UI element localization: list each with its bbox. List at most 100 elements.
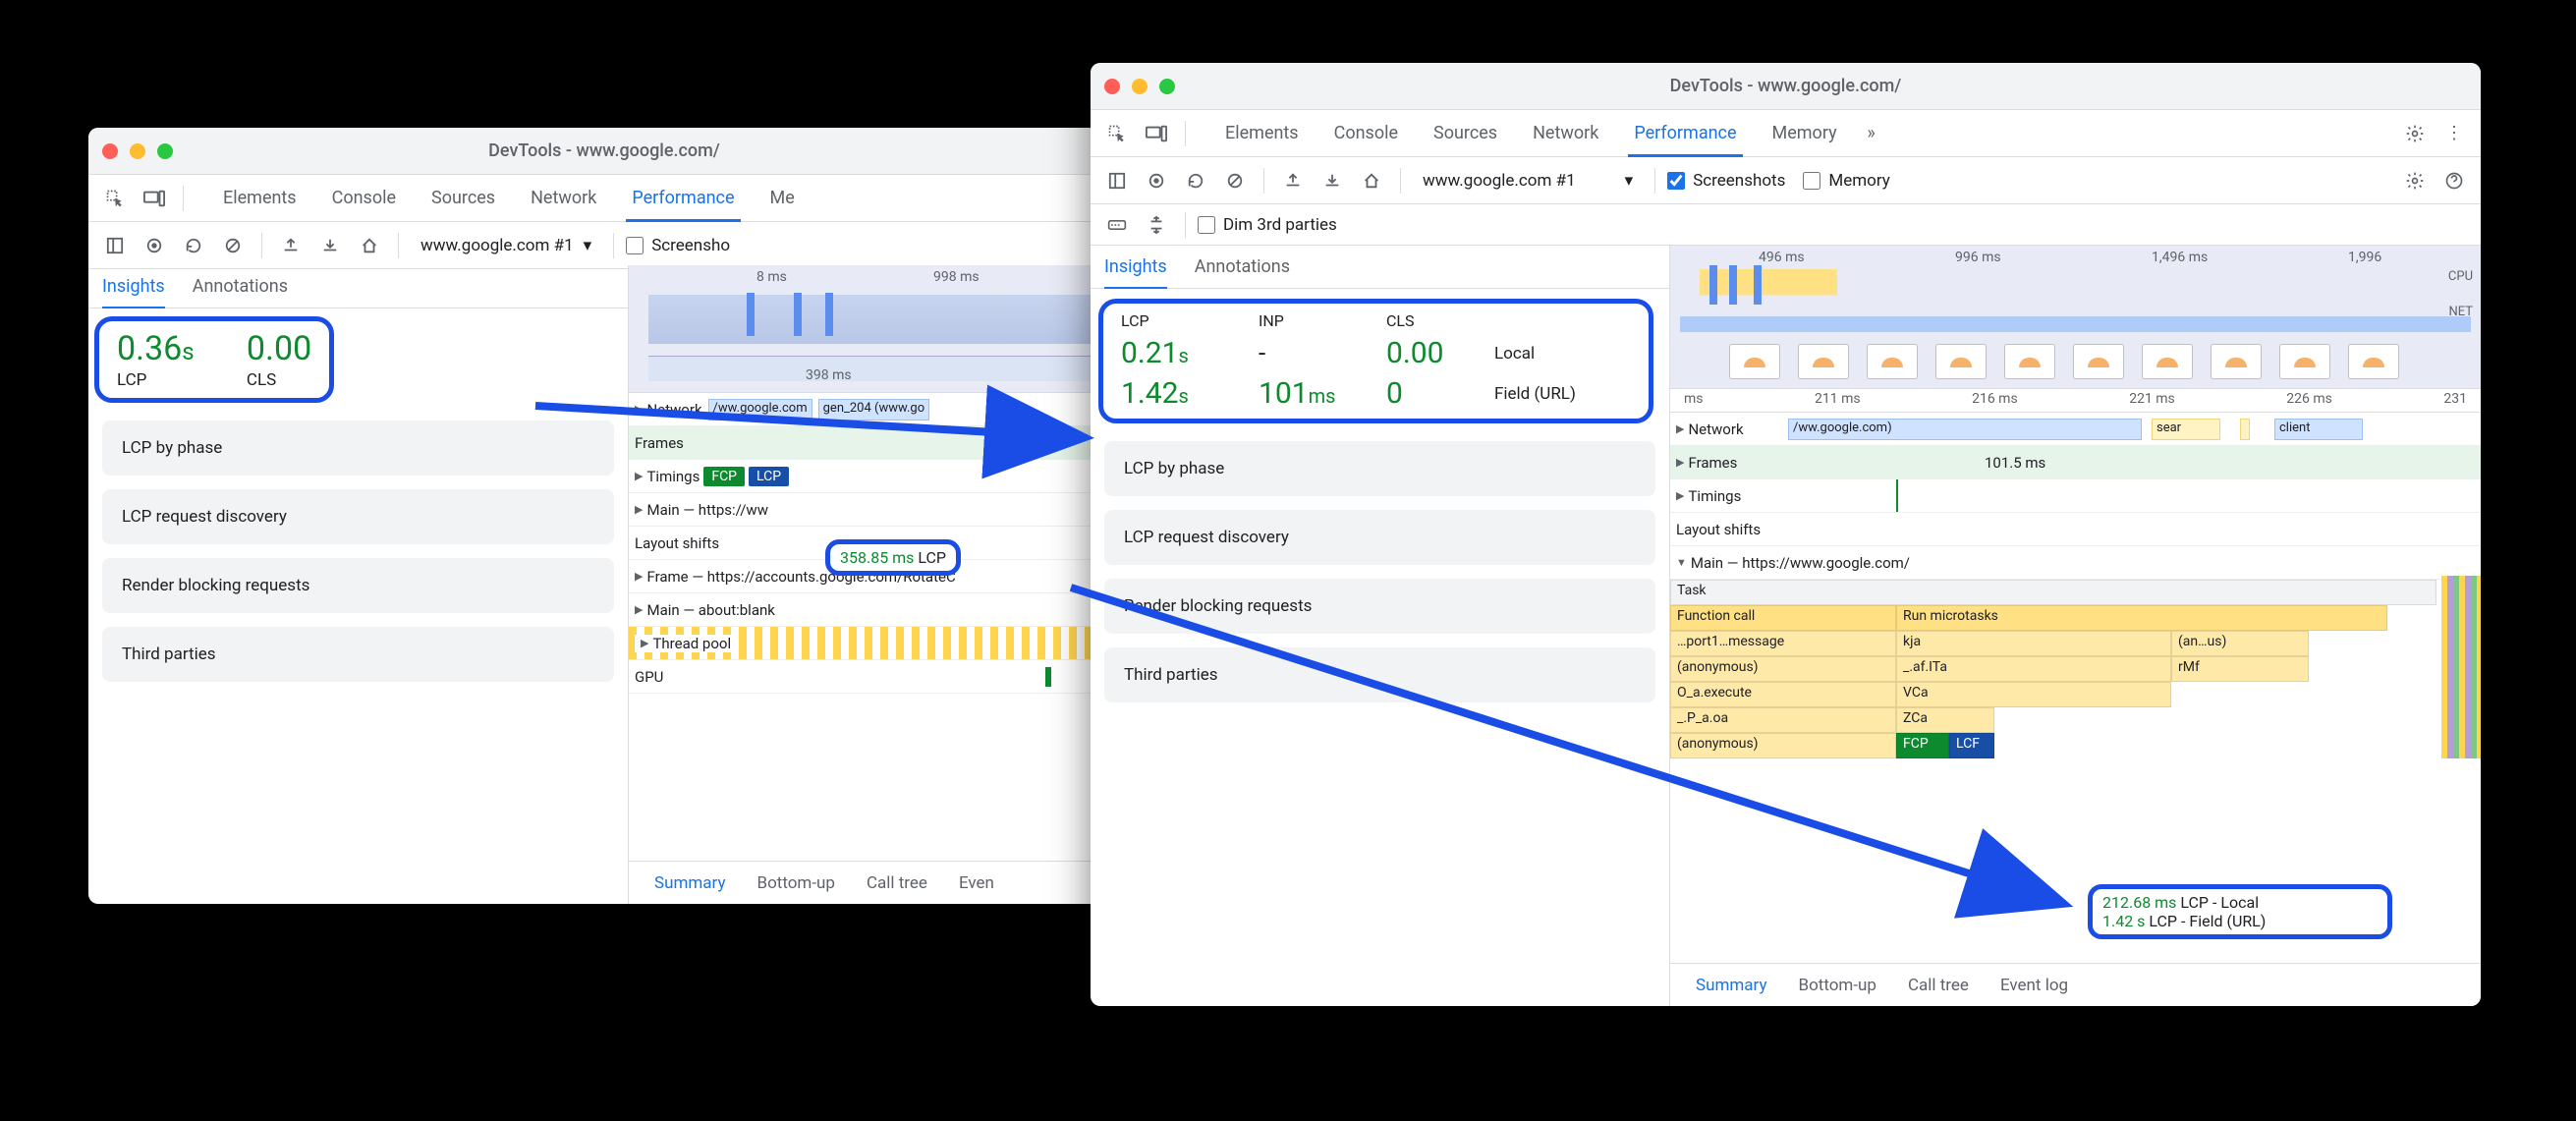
insight-lcp-by-phase[interactable]: LCP by phase: [102, 420, 614, 476]
toggle-sidebar-icon[interactable]: [98, 229, 132, 262]
device-toggle-icon[interactable]: [1140, 117, 1173, 150]
tab-call-tree[interactable]: Call tree: [851, 873, 943, 893]
tab-memory-truncated[interactable]: Me: [753, 175, 812, 221]
flame-chart[interactable]: TaskFunction callRun microtasks…port1…me…: [1670, 580, 2481, 758]
flame-cell[interactable]: VCa: [1896, 682, 2171, 707]
screenshot-thumb[interactable]: [1935, 344, 1987, 379]
track-frames[interactable]: Frames 199.2 ms: [629, 426, 1120, 460]
time-ruler[interactable]: ms 211 ms 216 ms 221 ms 226 ms 231: [1670, 388, 2481, 412]
flame-row[interactable]: O_a.executeVCa: [1670, 682, 2481, 707]
track-timings[interactable]: ▶Timings FCP LCP: [629, 460, 1120, 493]
track-frames[interactable]: ▶Frames 101.5 ms: [1670, 446, 2481, 479]
insight-lcp-discovery[interactable]: LCP request discovery: [102, 489, 614, 544]
tab-summary[interactable]: Summary: [1680, 976, 1782, 995]
net-request[interactable]: gen_204 (www.go: [818, 399, 930, 420]
screenshot-thumb[interactable]: [2348, 344, 2399, 379]
flame-cell[interactable]: FCP: [1896, 733, 1949, 758]
kebab-menu-icon[interactable]: ⋮: [2437, 117, 2471, 150]
flame-cell[interactable]: Run microtasks: [1896, 605, 2387, 631]
help-icon[interactable]: [2437, 164, 2471, 197]
recording-selector[interactable]: www.google.com #1 ▾: [411, 232, 601, 259]
tab-elements[interactable]: Elements: [205, 175, 314, 221]
tab-sources[interactable]: Sources: [1416, 110, 1515, 156]
tab-sources[interactable]: Sources: [414, 175, 513, 221]
net-request[interactable]: /ww.google.com): [1788, 419, 2142, 440]
track-main-header[interactable]: ▼Main — https://www.google.com/: [1670, 546, 2481, 580]
tab-network[interactable]: Network: [1515, 110, 1616, 156]
titlebar[interactable]: DevTools - www.google.com/: [1091, 63, 2481, 110]
minimize-icon[interactable]: [1132, 79, 1148, 94]
tab-elements[interactable]: Elements: [1207, 110, 1316, 156]
track-gpu[interactable]: GPU: [629, 660, 1120, 694]
timeline-overview[interactable]: 8 ms 998 ms 398 ms: [629, 265, 1120, 393]
clear-icon[interactable]: [216, 229, 250, 262]
track-timings[interactable]: ▶Timings: [1670, 479, 2481, 513]
screenshot-thumb[interactable]: [2142, 344, 2193, 379]
insight-render-blocking[interactable]: Render blocking requests: [1104, 579, 1655, 634]
fcp-badge[interactable]: FCP: [703, 467, 745, 486]
expand-icon[interactable]: ▶: [1676, 422, 1684, 435]
flame-cell[interactable]: Task: [1670, 580, 2436, 605]
expand-icon[interactable]: ▶: [635, 470, 643, 482]
expand-icon[interactable]: ▶: [641, 637, 648, 649]
toggle-sidebar-icon[interactable]: [1100, 164, 1134, 197]
tab-call-tree[interactable]: Call tree: [1892, 976, 1985, 995]
track-main2[interactable]: ▶Main — about:blank: [629, 593, 1120, 627]
tab-summary[interactable]: Summary: [639, 873, 741, 893]
home-icon[interactable]: [1355, 164, 1388, 197]
clear-icon[interactable]: [1218, 164, 1252, 197]
flame-row[interactable]: Function callRun microtasks: [1670, 605, 2481, 631]
expand-icon[interactable]: ▶: [635, 570, 643, 583]
flame-cell[interactable]: (anonymous): [1670, 656, 1896, 682]
overview-marker[interactable]: [825, 293, 833, 336]
lcp-badge[interactable]: LCP: [749, 467, 789, 486]
close-icon[interactable]: [1104, 79, 1120, 94]
track-network[interactable]: ▶Network /ww.google.com) sear client: [1670, 413, 2481, 446]
flame-cell[interactable]: _.P_a.oa: [1670, 707, 1896, 733]
flame-cell[interactable]: O_a.execute: [1670, 682, 1896, 707]
subtab-insights[interactable]: Insights: [102, 265, 165, 308]
capture-settings-icon[interactable]: [2398, 164, 2432, 197]
screenshot-thumb[interactable]: [1798, 344, 1849, 379]
tab-performance[interactable]: Performance: [614, 175, 752, 221]
subtab-annotations[interactable]: Annotations: [193, 265, 288, 308]
cpu-throttle-icon[interactable]: [1140, 208, 1173, 242]
overview-marker[interactable]: [1709, 265, 1717, 305]
dim-checkbox[interactable]: [1198, 216, 1215, 234]
flame-cell[interactable]: _.af.ITa: [1896, 656, 2171, 682]
maximize-icon[interactable]: [1159, 79, 1175, 94]
inspect-icon[interactable]: [1100, 117, 1134, 150]
expand-icon[interactable]: ▶: [1676, 456, 1684, 469]
screenshot-thumb[interactable]: [1729, 344, 1780, 379]
memory-toggle[interactable]: Memory: [1803, 171, 1889, 191]
tab-event-log[interactable]: Event log: [1985, 976, 2084, 995]
screenshot-thumb[interactable]: [2279, 344, 2330, 379]
overview-marker[interactable]: [794, 293, 802, 336]
flame-row[interactable]: …port1…messagekja(an…us): [1670, 631, 2481, 656]
insight-lcp-discovery[interactable]: LCP request discovery: [1104, 510, 1655, 565]
gear-icon[interactable]: [2398, 117, 2432, 150]
expand-icon[interactable]: ▶: [635, 603, 643, 616]
tab-memory[interactable]: Memory: [1755, 110, 1855, 156]
reload-record-icon[interactable]: [1179, 164, 1212, 197]
close-icon[interactable]: [102, 143, 118, 159]
flame-cell[interactable]: (anonymous): [1670, 733, 1896, 758]
tab-bottom-up[interactable]: Bottom-up: [1782, 976, 1891, 995]
flame-cell[interactable]: rMf: [2171, 656, 2309, 682]
flame-cell[interactable]: kja: [1896, 631, 2171, 656]
insight-render-blocking[interactable]: Render blocking requests: [102, 558, 614, 613]
screenshot-thumb[interactable]: [2073, 344, 2124, 379]
more-tabs-icon[interactable]: »: [1855, 117, 1888, 150]
track-thread-pool[interactable]: ▶Thread pool: [629, 627, 1120, 660]
flame-cell[interactable]: ZCa: [1896, 707, 1994, 733]
flame-row[interactable]: Task: [1670, 580, 2481, 605]
insight-third-parties[interactable]: Third parties: [102, 627, 614, 682]
record-icon[interactable]: [138, 229, 171, 262]
insight-lcp-by-phase[interactable]: LCP by phase: [1104, 441, 1655, 496]
subtab-insights[interactable]: Insights: [1104, 246, 1167, 288]
download-icon[interactable]: [313, 229, 347, 262]
tab-network[interactable]: Network: [513, 175, 614, 221]
minimize-icon[interactable]: [130, 143, 145, 159]
recording-selector[interactable]: www.google.com #1 ▾: [1413, 167, 1643, 195]
subtab-annotations[interactable]: Annotations: [1195, 246, 1290, 288]
